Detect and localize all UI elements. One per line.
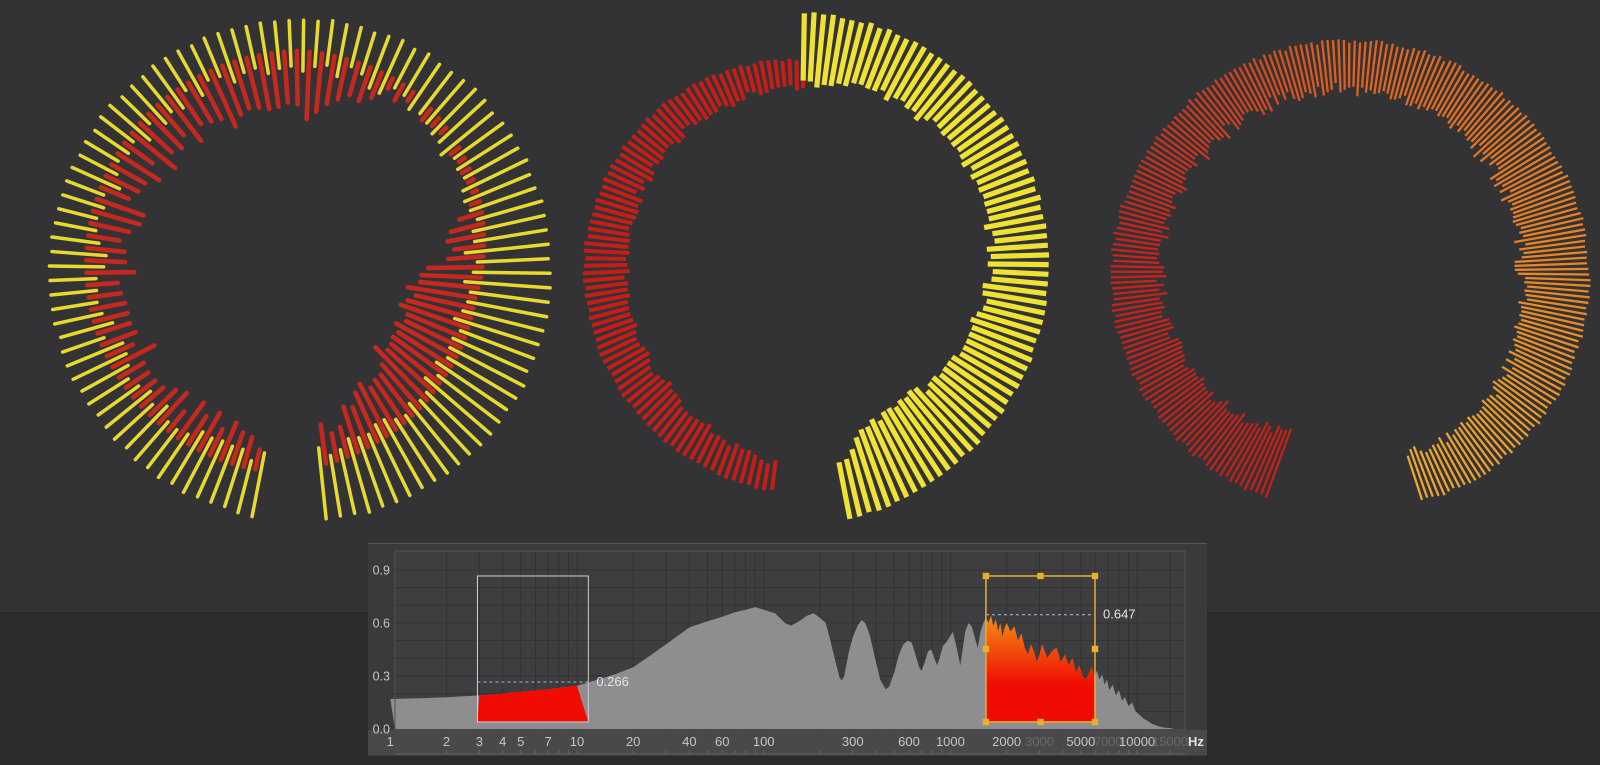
x-tick-label: 5	[517, 734, 524, 749]
selection-handle[interactable]	[1092, 719, 1098, 725]
selection-handle[interactable]	[1092, 573, 1098, 579]
x-tick-label: 100	[753, 734, 775, 749]
selection-handle[interactable]	[983, 646, 989, 652]
x-tick-label: 5000	[1066, 734, 1095, 749]
x-tick-label: 1000	[936, 734, 965, 749]
x-tick-label: 4	[499, 734, 506, 749]
x-axis-unit-label: Hz	[1188, 734, 1204, 749]
value-label-high-band: 0.647	[1103, 607, 1136, 622]
x-tick-label: 300	[842, 734, 864, 749]
selection-handle[interactable]	[983, 573, 989, 579]
x-tick-label: 7	[544, 734, 551, 749]
app-window: 0.2660.647123457102040601003006001000200…	[0, 0, 1600, 765]
y-tick-label: 0.0	[373, 723, 390, 737]
x-tick-label: 3	[476, 734, 483, 749]
x-tick-label: 40	[682, 734, 696, 749]
x-tick-label: 10	[570, 734, 584, 749]
x-tick-label: 15000	[1152, 734, 1188, 749]
x-tick-label: 3000	[1025, 734, 1054, 749]
value-label-low-band: 0.266	[596, 674, 629, 689]
x-tick-label: 60	[715, 734, 729, 749]
y-tick-label: 0.3	[373, 669, 390, 683]
selection-handle[interactable]	[1037, 573, 1043, 579]
selection-handle[interactable]	[1092, 646, 1098, 652]
spectrum-analyzer-chart: 0.2660.647123457102040601003006001000200…	[0, 0, 1600, 765]
x-tick-label: 10000	[1119, 734, 1155, 749]
y-tick-label: 0.9	[373, 563, 390, 577]
x-tick-label: 20	[626, 734, 640, 749]
y-tick-label: 0.6	[373, 616, 390, 630]
x-tick-label: 600	[898, 734, 920, 749]
selection-handle[interactable]	[983, 719, 989, 725]
x-tick-label: 2000	[992, 734, 1021, 749]
x-tick-label: 2	[443, 734, 450, 749]
selection-handle[interactable]	[1037, 719, 1043, 725]
